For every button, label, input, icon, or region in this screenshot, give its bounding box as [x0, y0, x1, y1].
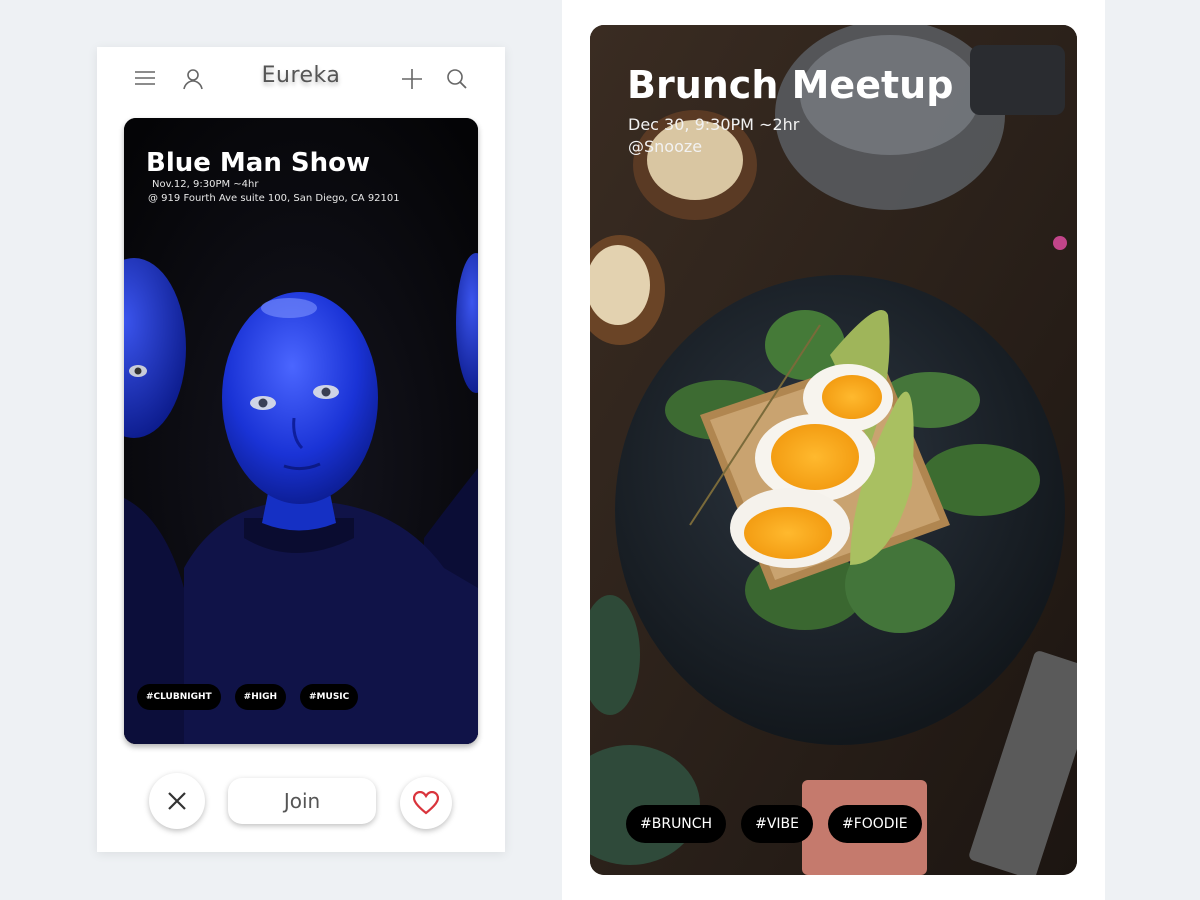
event-title: Blue Man Show	[146, 148, 371, 178]
event-datetime: Nov.12, 9:30PM ~4hr	[152, 179, 259, 190]
tag-chip[interactable]: #CLUBNIGHT	[137, 684, 221, 710]
plus-icon[interactable]	[400, 67, 424, 91]
tag-chip[interactable]: #BRUNCH	[626, 805, 727, 843]
tag-chip[interactable]: #VIBE	[741, 805, 813, 843]
search-icon[interactable]	[445, 67, 469, 91]
event-card[interactable]: Brunch Meetup Dec 30, 9:30PM ~2hr @Snooz…	[590, 25, 1077, 875]
event-tags: #CLUBNIGHT #HIGH #MUSIC	[137, 684, 359, 710]
event-datetime: Dec 30, 9:30PM ~2hr	[628, 115, 800, 134]
event-title: Brunch Meetup	[627, 63, 954, 107]
event-location: @Snooze	[628, 137, 703, 156]
dismiss-button[interactable]	[149, 773, 205, 829]
tag-chip[interactable]: #HIGH	[234, 684, 287, 710]
tag-chip[interactable]: #FOODIE	[827, 805, 922, 843]
app-title: Eureka	[261, 63, 341, 88]
right-phone-screen: Brunch Meetup Dec 30, 9:30PM ~2hr @Snooz…	[562, 0, 1105, 900]
top-app-bar: Eureka	[97, 47, 505, 109]
event-tags: #BRUNCH #VIBE #FOODIE	[626, 805, 922, 843]
heart-icon	[413, 791, 439, 815]
event-card[interactable]: Blue Man Show Nov.12, 9:30PM ~4hr @ 919 …	[124, 118, 478, 744]
like-button[interactable]	[400, 777, 452, 829]
event-location: @ 919 Fourth Ave suite 100, San Diego, C…	[148, 193, 400, 204]
join-button[interactable]: Join	[228, 778, 376, 824]
event-photo	[124, 118, 478, 744]
left-phone-screen: Eureka Blue Man Show Nov.12, 9:30PM ~4hr…	[97, 47, 505, 852]
close-icon	[168, 792, 186, 810]
tag-chip[interactable]: #MUSIC	[300, 684, 359, 710]
